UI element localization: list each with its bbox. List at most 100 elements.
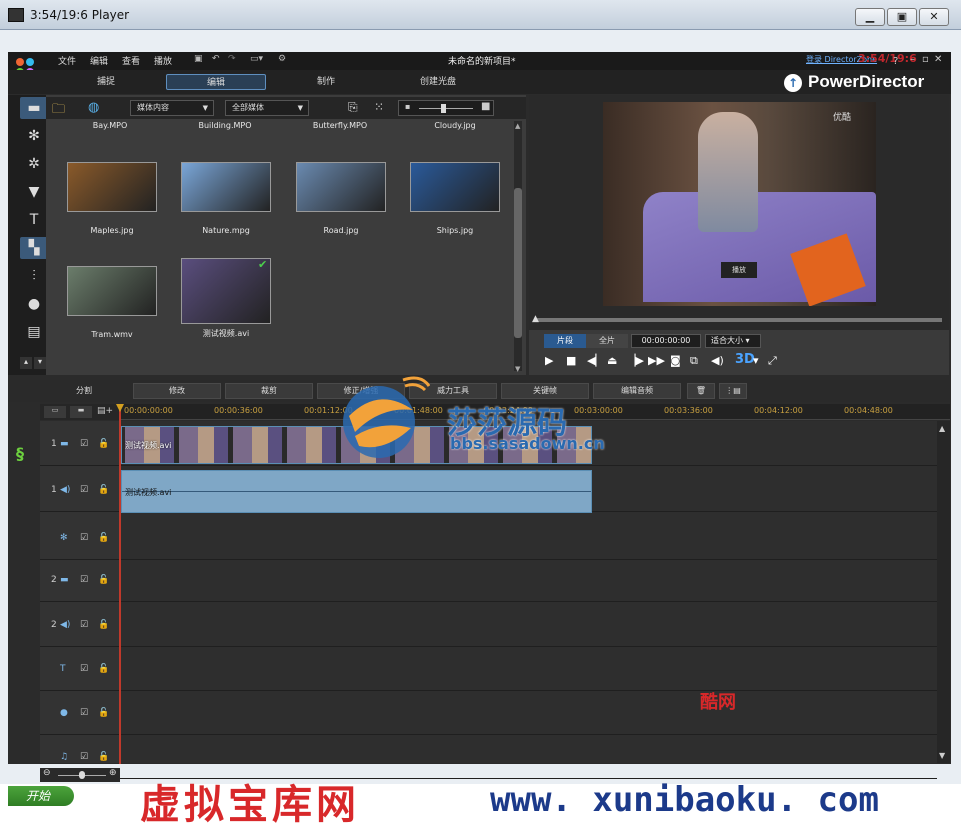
- menu-file[interactable]: 文件: [58, 54, 76, 67]
- chapter-room-icon[interactable]: ▤: [20, 321, 48, 343]
- maximize-button[interactable]: ▣: [887, 8, 917, 26]
- 3d-dropdown-icon[interactable]: ▾: [753, 354, 759, 367]
- storyboard-view-icon[interactable]: ▭: [44, 406, 66, 418]
- track-lock-icon[interactable]: 🔓: [98, 439, 109, 449]
- library-thumbnail[interactable]: [181, 162, 271, 212]
- track-lock-icon[interactable]: 🔓: [98, 575, 109, 585]
- menu-edit[interactable]: 编辑: [90, 54, 108, 67]
- play-icon[interactable]: ▶: [545, 354, 553, 367]
- redo-icon[interactable]: ↷: [228, 54, 236, 64]
- scroll-down-icon[interactable]: ▼: [515, 365, 520, 373]
- split-button[interactable]: 分割: [40, 383, 128, 399]
- library-thumbnail[interactable]: [67, 266, 157, 316]
- menu-play[interactable]: 播放: [154, 54, 172, 67]
- media-type-dropdown[interactable]: 媒体内容 ▼: [130, 100, 214, 116]
- thumbnail-size-slider[interactable]: ▪ ■: [398, 100, 494, 116]
- audio-mixing-room-icon[interactable]: ⫶: [20, 265, 48, 287]
- track-lock-icon[interactable]: 🔓: [98, 664, 109, 674]
- import-folder-icon[interactable]: 🗀: [52, 100, 65, 122]
- track-lock-icon[interactable]: 🔓: [98, 533, 109, 543]
- volume-icon[interactable]: ◀): [711, 354, 724, 367]
- stop-icon[interactable]: ■: [566, 354, 576, 367]
- previous-frame-icon[interactable]: ◀▏: [587, 354, 604, 367]
- library-scroll-thumb[interactable]: [514, 188, 522, 338]
- undock-preview-icon[interactable]: ⧉: [690, 354, 698, 368]
- minimize-button[interactable]: ▁: [855, 8, 885, 26]
- app-close-icon[interactable]: ✕: [934, 54, 942, 65]
- close-button[interactable]: ✕: [919, 8, 949, 26]
- clip-mode-button[interactable]: 片段: [544, 334, 586, 348]
- tab-produce[interactable]: 制作: [276, 74, 376, 90]
- movie-mode-button[interactable]: 全片: [586, 334, 628, 348]
- timeline-scroll-down-icon[interactable]: ▼: [939, 751, 945, 760]
- track-enable-checkbox[interactable]: ☑: [80, 752, 88, 762]
- scene-detect-icon[interactable]: ⎘: [348, 100, 358, 115]
- app-minimize-icon[interactable]: –: [910, 54, 915, 65]
- track-lock-icon[interactable]: 🔓: [98, 752, 109, 762]
- particle-room-icon[interactable]: ▼: [20, 181, 48, 203]
- delete-icon[interactable]: 🗑: [687, 383, 715, 399]
- zoom-knob[interactable]: [79, 771, 85, 779]
- playback-position-track[interactable]: [537, 318, 942, 322]
- timeline-view-icon[interactable]: ▬: [70, 406, 92, 418]
- grid-view-icon[interactable]: ⁙: [374, 100, 384, 114]
- fit-size-dropdown[interactable]: 适合大小 ▾: [705, 334, 761, 348]
- undo-icon[interactable]: ↶: [212, 54, 220, 64]
- fullscreen-icon[interactable]: ⤢: [768, 354, 777, 368]
- scroll-up-icon[interactable]: ▲: [515, 122, 520, 130]
- rail-scroll-up-icon[interactable]: ▴: [20, 357, 32, 369]
- keyframe-button[interactable]: 关键帧: [501, 383, 589, 399]
- media-room-icon[interactable]: ▬: [20, 97, 48, 119]
- timeline-scroll-up-icon[interactable]: ▲: [939, 424, 945, 433]
- magic-tools-icon[interactable]: §: [16, 444, 24, 463]
- edit-audio-button[interactable]: 编辑音频: [593, 383, 681, 399]
- settings-gear-icon[interactable]: ⚙: [278, 54, 286, 64]
- split-icon[interactable]: ⏏: [607, 354, 617, 367]
- start-button[interactable]: 开始: [8, 786, 74, 806]
- menu-view[interactable]: 查看: [122, 54, 140, 67]
- playback-position-marker[interactable]: ▲: [532, 314, 539, 324]
- zoom-in-icon[interactable]: ⊕: [109, 768, 117, 778]
- app-restore-icon[interactable]: ▫: [922, 54, 929, 65]
- aspect-ratio-icon[interactable]: ▭▾: [250, 54, 263, 64]
- snapshot-icon[interactable]: ◙: [670, 354, 681, 367]
- pip-room-icon[interactable]: ✲: [20, 153, 48, 175]
- tab-capture[interactable]: 捕捉: [56, 74, 156, 90]
- effect-room-icon[interactable]: ✻: [20, 125, 48, 147]
- track-enable-checkbox[interactable]: ☑: [80, 575, 88, 585]
- fast-forward-icon[interactable]: ▶▶: [648, 354, 665, 367]
- track-enable-checkbox[interactable]: ☑: [80, 439, 88, 449]
- timeline-playhead[interactable]: [119, 404, 121, 764]
- library-thumbnail[interactable]: [67, 162, 157, 212]
- timecode-field[interactable]: 00:00:00:00: [631, 334, 701, 348]
- help-icon[interactable]: ?: [893, 56, 898, 67]
- library-thumbnail[interactable]: [296, 162, 386, 212]
- zoom-out-icon[interactable]: ⊖: [43, 768, 51, 778]
- timeline-zoom-control[interactable]: ⊖ ⊕: [40, 768, 120, 782]
- tab-create-disc[interactable]: 创建光盘: [388, 74, 488, 90]
- 3d-mode-badge[interactable]: 3D: [735, 352, 755, 367]
- voice-over-room-icon[interactable]: ●: [20, 293, 48, 315]
- track-lock-icon[interactable]: 🔓: [98, 620, 109, 630]
- next-frame-icon[interactable]: ▕▶: [627, 354, 644, 367]
- audio-clip[interactable]: 测试视频.avi: [121, 470, 592, 513]
- rail-scroll-down-icon[interactable]: ▾: [34, 357, 46, 369]
- save-icon[interactable]: ▣: [194, 54, 203, 64]
- title-room-icon[interactable]: T: [20, 209, 48, 231]
- media-filter-dropdown[interactable]: 全部媒体 ▼: [225, 100, 309, 116]
- download-media-icon[interactable]: ◍: [88, 100, 99, 115]
- modify-button[interactable]: 修改: [133, 383, 221, 399]
- timeline-scrollbar[interactable]: ▲ ▼: [937, 421, 950, 763]
- track-enable-checkbox[interactable]: ☑: [80, 620, 88, 630]
- trim-button[interactable]: 裁剪: [225, 383, 313, 399]
- add-track-icon[interactable]: ▤+: [96, 406, 114, 418]
- transition-room-icon[interactable]: ▚: [20, 237, 48, 259]
- tab-edit[interactable]: 编辑: [166, 74, 266, 90]
- library-thumbnail[interactable]: [410, 162, 500, 212]
- track-lock-icon[interactable]: 🔓: [98, 485, 109, 495]
- track-enable-checkbox[interactable]: ☑: [80, 485, 88, 495]
- track-enable-checkbox[interactable]: ☑: [80, 708, 88, 718]
- more-options-icon[interactable]: ⋮▤: [719, 383, 747, 399]
- slider-knob[interactable]: [441, 104, 446, 113]
- track-enable-checkbox[interactable]: ☑: [80, 664, 88, 674]
